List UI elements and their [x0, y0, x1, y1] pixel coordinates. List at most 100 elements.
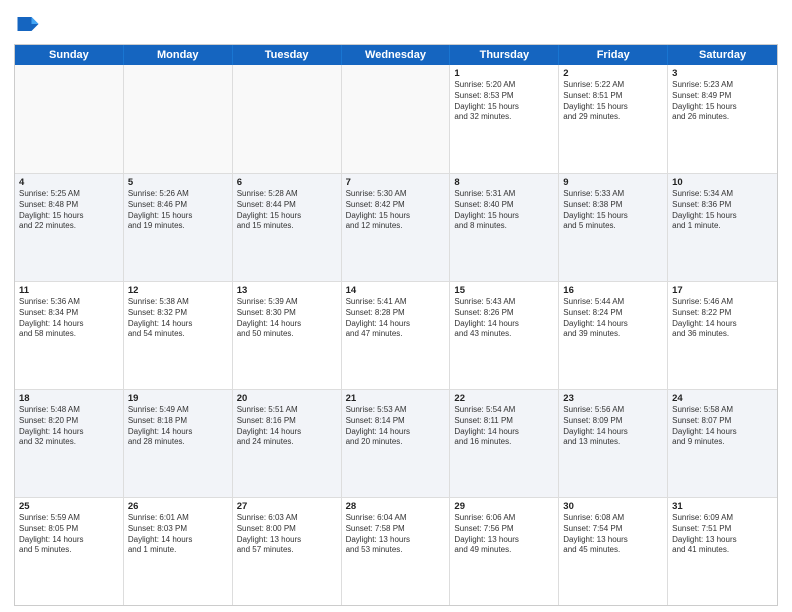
day-number: 30: [563, 501, 663, 512]
calendar-cell: 4Sunrise: 5:25 AM Sunset: 8:48 PM Daylig…: [15, 174, 124, 281]
calendar-cell: 1Sunrise: 5:20 AM Sunset: 8:53 PM Daylig…: [450, 65, 559, 173]
day-info: Sunrise: 5:31 AM Sunset: 8:40 PM Dayligh…: [454, 189, 554, 232]
day-info: Sunrise: 5:36 AM Sunset: 8:34 PM Dayligh…: [19, 297, 119, 340]
header-day-sunday: Sunday: [15, 45, 124, 65]
day-number: 29: [454, 501, 554, 512]
calendar-cell: 2Sunrise: 5:22 AM Sunset: 8:51 PM Daylig…: [559, 65, 668, 173]
calendar-cell: 18Sunrise: 5:48 AM Sunset: 8:20 PM Dayli…: [15, 390, 124, 497]
day-number: 8: [454, 177, 554, 188]
day-info: Sunrise: 5:22 AM Sunset: 8:51 PM Dayligh…: [563, 80, 663, 123]
day-number: 10: [672, 177, 773, 188]
calendar-cell: [233, 65, 342, 173]
day-info: Sunrise: 5:56 AM Sunset: 8:09 PM Dayligh…: [563, 405, 663, 448]
calendar-cell: 3Sunrise: 5:23 AM Sunset: 8:49 PM Daylig…: [668, 65, 777, 173]
day-number: 16: [563, 285, 663, 296]
day-number: 3: [672, 68, 773, 79]
day-number: 4: [19, 177, 119, 188]
day-info: Sunrise: 5:49 AM Sunset: 8:18 PM Dayligh…: [128, 405, 228, 448]
day-number: 13: [237, 285, 337, 296]
calendar-cell: 7Sunrise: 5:30 AM Sunset: 8:42 PM Daylig…: [342, 174, 451, 281]
calendar-cell: 16Sunrise: 5:44 AM Sunset: 8:24 PM Dayli…: [559, 282, 668, 389]
calendar-cell: 22Sunrise: 5:54 AM Sunset: 8:11 PM Dayli…: [450, 390, 559, 497]
calendar-cell: 6Sunrise: 5:28 AM Sunset: 8:44 PM Daylig…: [233, 174, 342, 281]
day-info: Sunrise: 5:41 AM Sunset: 8:28 PM Dayligh…: [346, 297, 446, 340]
day-number: 12: [128, 285, 228, 296]
day-info: Sunrise: 5:25 AM Sunset: 8:48 PM Dayligh…: [19, 189, 119, 232]
header-day-saturday: Saturday: [668, 45, 777, 65]
header-day-friday: Friday: [559, 45, 668, 65]
calendar-cell: 17Sunrise: 5:46 AM Sunset: 8:22 PM Dayli…: [668, 282, 777, 389]
calendar-cell: 9Sunrise: 5:33 AM Sunset: 8:38 PM Daylig…: [559, 174, 668, 281]
calendar-cell: 29Sunrise: 6:06 AM Sunset: 7:56 PM Dayli…: [450, 498, 559, 605]
header-day-tuesday: Tuesday: [233, 45, 342, 65]
day-number: 20: [237, 393, 337, 404]
day-info: Sunrise: 5:34 AM Sunset: 8:36 PM Dayligh…: [672, 189, 773, 232]
calendar-cell: 30Sunrise: 6:08 AM Sunset: 7:54 PM Dayli…: [559, 498, 668, 605]
day-info: Sunrise: 5:43 AM Sunset: 8:26 PM Dayligh…: [454, 297, 554, 340]
calendar-cell: 31Sunrise: 6:09 AM Sunset: 7:51 PM Dayli…: [668, 498, 777, 605]
day-number: 18: [19, 393, 119, 404]
calendar-header: SundayMondayTuesdayWednesdayThursdayFrid…: [15, 45, 777, 65]
day-number: 1: [454, 68, 554, 79]
day-number: 24: [672, 393, 773, 404]
day-number: 31: [672, 501, 773, 512]
day-info: Sunrise: 5:30 AM Sunset: 8:42 PM Dayligh…: [346, 189, 446, 232]
calendar-row-3: 11Sunrise: 5:36 AM Sunset: 8:34 PM Dayli…: [15, 281, 777, 389]
day-number: 19: [128, 393, 228, 404]
day-info: Sunrise: 5:38 AM Sunset: 8:32 PM Dayligh…: [128, 297, 228, 340]
page: SundayMondayTuesdayWednesdayThursdayFrid…: [0, 0, 792, 612]
header-day-thursday: Thursday: [450, 45, 559, 65]
day-info: Sunrise: 5:46 AM Sunset: 8:22 PM Dayligh…: [672, 297, 773, 340]
calendar-cell: 11Sunrise: 5:36 AM Sunset: 8:34 PM Dayli…: [15, 282, 124, 389]
calendar-cell: 23Sunrise: 5:56 AM Sunset: 8:09 PM Dayli…: [559, 390, 668, 497]
day-number: 6: [237, 177, 337, 188]
day-number: 2: [563, 68, 663, 79]
calendar-body: 1Sunrise: 5:20 AM Sunset: 8:53 PM Daylig…: [15, 65, 777, 605]
header: [14, 10, 778, 38]
day-info: Sunrise: 6:09 AM Sunset: 7:51 PM Dayligh…: [672, 513, 773, 556]
day-number: 26: [128, 501, 228, 512]
calendar-cell: 26Sunrise: 6:01 AM Sunset: 8:03 PM Dayli…: [124, 498, 233, 605]
calendar-row-4: 18Sunrise: 5:48 AM Sunset: 8:20 PM Dayli…: [15, 389, 777, 497]
day-info: Sunrise: 5:44 AM Sunset: 8:24 PM Dayligh…: [563, 297, 663, 340]
calendar-cell: 27Sunrise: 6:03 AM Sunset: 8:00 PM Dayli…: [233, 498, 342, 605]
calendar-cell: [342, 65, 451, 173]
day-info: Sunrise: 6:08 AM Sunset: 7:54 PM Dayligh…: [563, 513, 663, 556]
day-info: Sunrise: 5:23 AM Sunset: 8:49 PM Dayligh…: [672, 80, 773, 123]
calendar-cell: 13Sunrise: 5:39 AM Sunset: 8:30 PM Dayli…: [233, 282, 342, 389]
day-info: Sunrise: 5:26 AM Sunset: 8:46 PM Dayligh…: [128, 189, 228, 232]
calendar-cell: 14Sunrise: 5:41 AM Sunset: 8:28 PM Dayli…: [342, 282, 451, 389]
day-number: 27: [237, 501, 337, 512]
header-day-wednesday: Wednesday: [342, 45, 451, 65]
calendar-cell: 20Sunrise: 5:51 AM Sunset: 8:16 PM Dayli…: [233, 390, 342, 497]
day-info: Sunrise: 5:28 AM Sunset: 8:44 PM Dayligh…: [237, 189, 337, 232]
calendar: SundayMondayTuesdayWednesdayThursdayFrid…: [14, 44, 778, 606]
logo: [14, 10, 46, 38]
day-info: Sunrise: 5:48 AM Sunset: 8:20 PM Dayligh…: [19, 405, 119, 448]
day-number: 14: [346, 285, 446, 296]
calendar-cell: 5Sunrise: 5:26 AM Sunset: 8:46 PM Daylig…: [124, 174, 233, 281]
day-info: Sunrise: 5:39 AM Sunset: 8:30 PM Dayligh…: [237, 297, 337, 340]
day-info: Sunrise: 5:20 AM Sunset: 8:53 PM Dayligh…: [454, 80, 554, 123]
calendar-cell: [15, 65, 124, 173]
calendar-cell: 19Sunrise: 5:49 AM Sunset: 8:18 PM Dayli…: [124, 390, 233, 497]
calendar-cell: 21Sunrise: 5:53 AM Sunset: 8:14 PM Dayli…: [342, 390, 451, 497]
day-number: 7: [346, 177, 446, 188]
day-number: 9: [563, 177, 663, 188]
day-info: Sunrise: 5:59 AM Sunset: 8:05 PM Dayligh…: [19, 513, 119, 556]
day-info: Sunrise: 5:51 AM Sunset: 8:16 PM Dayligh…: [237, 405, 337, 448]
calendar-cell: 12Sunrise: 5:38 AM Sunset: 8:32 PM Dayli…: [124, 282, 233, 389]
day-info: Sunrise: 5:53 AM Sunset: 8:14 PM Dayligh…: [346, 405, 446, 448]
calendar-cell: 15Sunrise: 5:43 AM Sunset: 8:26 PM Dayli…: [450, 282, 559, 389]
day-number: 21: [346, 393, 446, 404]
day-number: 15: [454, 285, 554, 296]
day-info: Sunrise: 6:04 AM Sunset: 7:58 PM Dayligh…: [346, 513, 446, 556]
calendar-row-2: 4Sunrise: 5:25 AM Sunset: 8:48 PM Daylig…: [15, 173, 777, 281]
day-number: 5: [128, 177, 228, 188]
day-number: 11: [19, 285, 119, 296]
logo-icon: [14, 10, 42, 38]
day-number: 22: [454, 393, 554, 404]
day-info: Sunrise: 6:06 AM Sunset: 7:56 PM Dayligh…: [454, 513, 554, 556]
calendar-row-5: 25Sunrise: 5:59 AM Sunset: 8:05 PM Dayli…: [15, 497, 777, 605]
day-info: Sunrise: 6:01 AM Sunset: 8:03 PM Dayligh…: [128, 513, 228, 556]
